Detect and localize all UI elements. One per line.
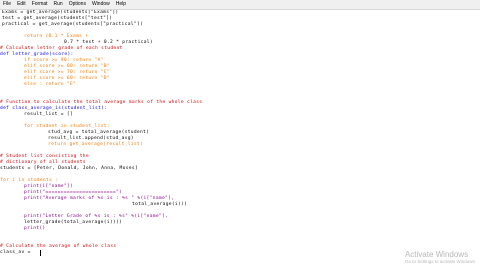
code-line: practical = get_average(students["practi… bbox=[2, 22, 144, 27]
watermark-subtitle: Go to Settings to activate Windows. bbox=[404, 259, 476, 264]
menu-run[interactable]: Run bbox=[51, 0, 66, 9]
menu-help[interactable]: Help bbox=[113, 0, 129, 9]
code-line: students = [Peter, Donald, John, Anna, M… bbox=[0, 166, 138, 171]
menu-options[interactable]: Options bbox=[66, 0, 89, 9]
code-line: print() bbox=[24, 226, 46, 231]
menu-bar: File Edit Format Run Options Window Help bbox=[0, 0, 480, 10]
menu-edit[interactable]: Edit bbox=[14, 0, 29, 9]
menu-file[interactable]: File bbox=[0, 0, 14, 9]
watermark-title: Activate Windows bbox=[404, 250, 469, 259]
menu-format[interactable]: Format bbox=[29, 0, 51, 9]
text-cursor bbox=[40, 250, 41, 256]
code-line: total_average(i))) bbox=[132, 202, 188, 207]
code-line: return get_average(result_list) bbox=[48, 142, 144, 147]
code-line: class_av = bbox=[0, 250, 31, 255]
code-line: else : return "E" bbox=[24, 82, 77, 87]
code-editor[interactable]: Exams = get_average(students["Exams"]) te… bbox=[0, 10, 480, 270]
menu-window[interactable]: Window bbox=[89, 0, 113, 9]
activate-windows-watermark: Activate Windows Go to Settings to activ… bbox=[405, 250, 476, 265]
code-line: result_list = [] bbox=[24, 112, 74, 117]
